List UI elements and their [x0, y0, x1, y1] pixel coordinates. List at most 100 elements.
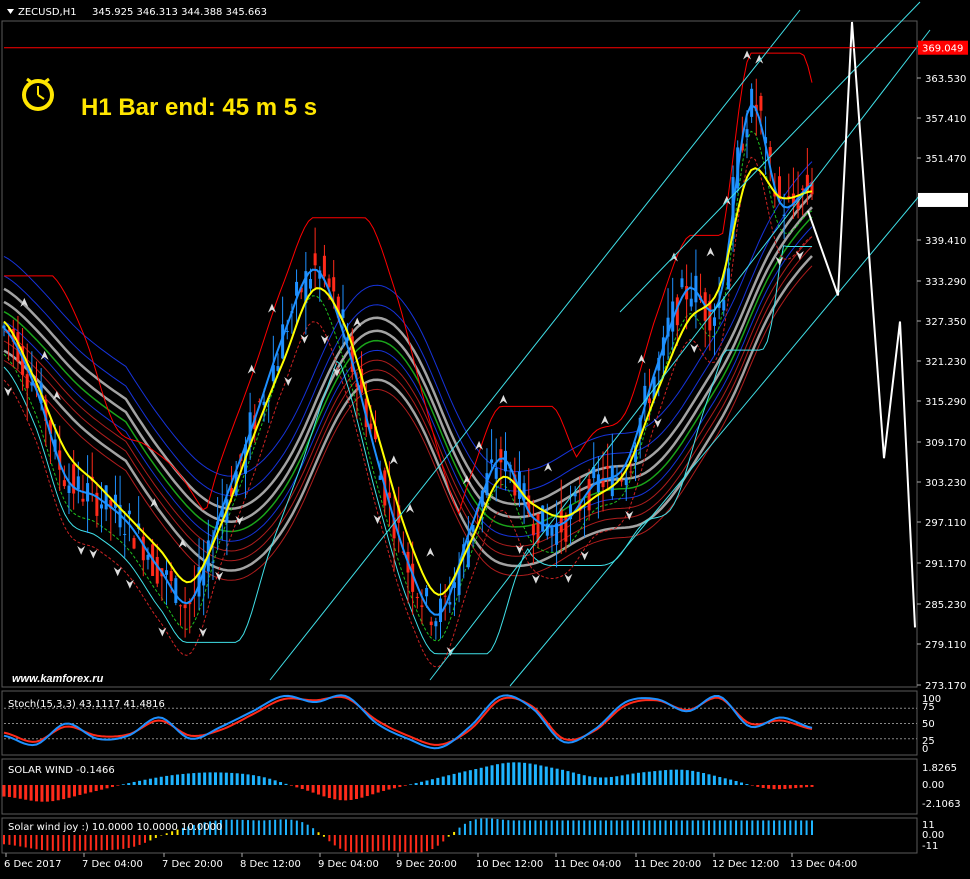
solar-wind-bar	[121, 784, 125, 785]
solar-wind-bar	[810, 785, 814, 787]
trend-channels[interactable]	[269, 1, 931, 687]
joy-bar	[686, 820, 689, 835]
solar-wind-bar	[501, 763, 505, 785]
stoch-tick-label: 0	[922, 744, 928, 755]
candle-body	[490, 459, 494, 463]
candle-body	[629, 471, 633, 473]
joy-bar	[599, 820, 602, 835]
solar-wind-bar	[403, 785, 407, 786]
joy-bar	[670, 820, 673, 835]
candle-body	[81, 498, 85, 502]
solar-wind-bar	[246, 774, 250, 785]
joy-bar	[529, 820, 532, 835]
solar-wind-bar	[279, 782, 283, 785]
joy-bar	[539, 820, 542, 835]
solar-wind-bar	[653, 771, 657, 785]
solar-wind-bar	[425, 780, 429, 785]
y-tick-label: 291.170	[925, 559, 966, 570]
solar-wind-bar	[517, 762, 521, 785]
y-tick-label: 273.170	[925, 681, 966, 692]
solar-wind-bar	[360, 785, 364, 798]
solar-wind-bar	[777, 785, 781, 790]
solar-wind-bar	[138, 780, 142, 785]
candle-body	[610, 465, 614, 497]
solar-wind-bar	[56, 785, 60, 801]
joy-bar	[333, 835, 336, 846]
solar-wind-bar	[100, 785, 104, 790]
solar-wind-bar	[72, 785, 76, 797]
stoch-tick-label: 75	[922, 702, 935, 713]
joy-bar	[501, 819, 504, 835]
chart-canvas[interactable]: ZECUSD,H1 345.925 346.313 344.388 345.66…	[0, 0, 970, 879]
solar-wind-bar	[24, 785, 28, 800]
solar-wind-bar	[447, 775, 451, 785]
candle-body	[415, 596, 419, 599]
joy-bar	[664, 820, 667, 835]
candle-body	[712, 317, 716, 326]
bar-timer: H1 Bar end: 45 m 5 s	[22, 77, 317, 121]
joy-tick-label: -11	[922, 841, 938, 852]
triangle-down-icon[interactable]	[7, 9, 14, 14]
solar-wind-bar	[680, 769, 684, 785]
solar-wind-bar	[371, 785, 375, 795]
arrow-down-icon	[564, 573, 573, 583]
y-tick-label: 309.170	[925, 438, 966, 449]
joy-bar	[30, 835, 33, 849]
solar-wind-bar	[756, 785, 760, 787]
candle-body	[494, 467, 498, 479]
y-tick-label: 327.350	[925, 317, 966, 328]
x-tick-label: 7 Dec 20:00	[162, 859, 223, 870]
solar-wind-bar	[159, 776, 163, 785]
ohlc-values: 345.925 346.313 344.388 345.663	[92, 7, 267, 18]
arrow-down-icon	[4, 387, 13, 397]
solar-wind-bar	[365, 785, 369, 797]
joy-bar	[794, 820, 797, 835]
joy-bar	[312, 828, 315, 835]
watermark: www.kamforex.ru	[12, 673, 104, 685]
solar-wind-bar	[165, 775, 169, 785]
joy-bar	[420, 835, 423, 853]
joy-bar	[73, 835, 76, 851]
arrow-up-icon	[389, 455, 398, 465]
joy-bar	[149, 835, 152, 841]
candle-body	[141, 536, 145, 561]
joy-bar	[404, 835, 407, 853]
price-levels[interactable]: 369.049 345.663	[4, 40, 968, 207]
joy-bar	[463, 823, 466, 835]
solar-wind-bar	[224, 772, 228, 785]
candle-body	[308, 279, 312, 289]
trend-channel-line	[509, 194, 921, 687]
solar-wind-bar	[317, 785, 321, 795]
solar-wind-bar	[284, 783, 288, 785]
x-tick-label: 7 Dec 04:00	[82, 859, 143, 870]
joy-bar	[805, 820, 808, 835]
joy-bar	[100, 835, 103, 851]
solar-wind-bar	[327, 785, 331, 799]
y-tick-label: 339.410	[925, 236, 966, 247]
joy-bar	[317, 832, 320, 835]
solar-wind-bar	[734, 781, 738, 785]
current-price-label: 345.663	[922, 196, 963, 207]
candle-body	[750, 88, 754, 117]
joy-tick-label: 0.00	[922, 830, 944, 841]
arrow-down-icon	[77, 545, 86, 555]
candle-body	[559, 508, 563, 533]
candle-body	[587, 479, 591, 511]
joy-bar	[306, 824, 309, 835]
solar-wind-tick-label: 1.8265	[922, 763, 957, 774]
solar-wind-bar	[750, 785, 754, 786]
solar-wind-bar	[599, 777, 603, 785]
joy-bar	[388, 835, 391, 851]
solar-wind-bar	[67, 785, 71, 798]
solar-wind-bar	[707, 774, 711, 785]
solar-wind-bar	[647, 771, 651, 785]
joy-bar	[46, 835, 49, 851]
candle-body	[689, 298, 693, 307]
solar-wind-bar	[723, 778, 727, 785]
joy-bar	[474, 819, 477, 835]
solar-wind-bar	[148, 778, 152, 785]
joy-bar	[637, 820, 640, 835]
joy-bar	[89, 835, 92, 851]
solar-wind-bar	[631, 773, 635, 785]
symbol-header: ZECUSD,H1 345.925 346.313 344.388 345.66…	[7, 7, 267, 18]
